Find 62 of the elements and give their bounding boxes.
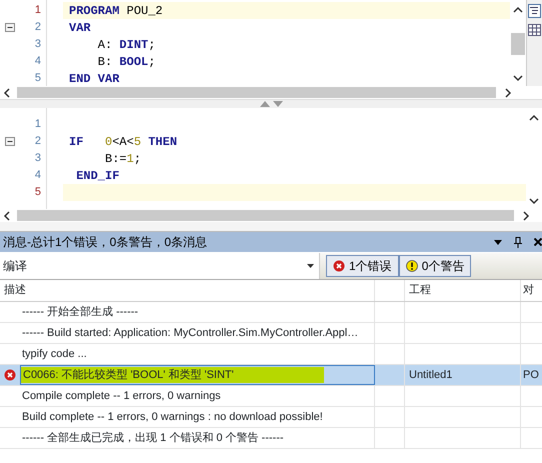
document-icon[interactable]	[528, 4, 541, 18]
scroll-up-icon[interactable]	[529, 114, 539, 122]
message-row[interactable]: Build complete -- 1 errors, 0 warnings : no download possible!	[0, 407, 542, 428]
line-number: 2	[34, 134, 42, 150]
close-icon[interactable]	[534, 238, 542, 246]
line-number: 5	[34, 185, 42, 200]
message-row[interactable]: ------ 全部生成已完成，出现 1 个错误和 0 个警告 ------	[0, 428, 542, 449]
line-number: 4	[34, 54, 42, 70]
column-header: 工程	[409, 283, 431, 298]
line-number: 3	[34, 37, 42, 52]
warning-icon	[406, 260, 418, 272]
column-header: 描述	[4, 283, 26, 298]
scroll-up-icon[interactable]	[513, 6, 523, 14]
code-line: A: DINT;	[96, 36, 156, 54]
message-row[interactable]: ------ 开始全部生成 ------	[0, 302, 542, 323]
code-line: PROGRAM POU_2	[69, 2, 163, 20]
filter-button[interactable]: 0个警告	[398, 255, 472, 277]
scroll-right-icon[interactable]	[504, 88, 512, 98]
fold-icon[interactable]	[5, 137, 15, 146]
code-line: B: BOOL;	[96, 54, 156, 70]
message-text: Build complete -- 1 errors, 0 warnings : no download possible!	[21, 410, 323, 425]
scroll-down-icon[interactable]	[513, 74, 523, 82]
line-number: 1	[34, 3, 42, 18]
horizontal-scrollbar[interactable]	[17, 210, 514, 221]
scroll-down-icon[interactable]	[529, 197, 539, 205]
filter-button[interactable]: 1个错误	[326, 255, 399, 277]
line-number: 1	[34, 117, 42, 132]
pin-icon[interactable]	[514, 236, 522, 248]
error-icon	[333, 260, 345, 272]
scrollbar-thumb[interactable]	[511, 33, 525, 55]
message-row[interactable]: C0066: 不能比较类型 'BOOL' 和类型 'SINT' Untitled1 PO	[0, 365, 542, 386]
scroll-right-icon[interactable]	[522, 210, 530, 220]
message-text: Compile complete -- 1 errors, 0 warnings	[21, 388, 221, 404]
line-number: 2	[34, 20, 42, 36]
project-name: Untitled1	[409, 368, 452, 383]
code-line: B:=1;	[104, 150, 142, 168]
table-icon[interactable]	[528, 24, 541, 36]
code-line: VAR	[69, 20, 91, 36]
message-text: ------ 全部生成已完成，出现 1 个错误和 0 个警告 ------	[21, 430, 284, 446]
caret-icon	[307, 264, 314, 268]
scroll-left-icon[interactable]	[3, 88, 11, 98]
object-name: PO	[523, 368, 539, 383]
line-number: 5	[34, 71, 42, 86]
message-text: typify code ...	[21, 346, 87, 362]
category-dropdown[interactable]: 编译	[0, 253, 320, 279]
message-text: ------ 开始全部生成 ------	[21, 304, 138, 320]
message-text: C0066: 不能比较类型 'BOOL' 和类型 'SINT'	[21, 366, 324, 384]
message-row[interactable]: Compile complete -- 1 errors, 0 warnings	[0, 386, 542, 407]
column-header: 对	[523, 283, 534, 298]
code-line: END_IF	[75, 168, 120, 184]
line-number: 3	[34, 151, 42, 166]
code-line: IF 0<A<5 THEN	[69, 134, 178, 150]
code-line: END VAR	[69, 70, 120, 86]
error-icon	[4, 369, 16, 381]
panel-title: 消息-总计1个错误，0条警告，0条消息	[3, 234, 208, 251]
line-number: 4	[34, 168, 42, 184]
scroll-left-icon[interactable]	[3, 210, 11, 220]
dropdown-icon[interactable]	[494, 240, 502, 244]
message-text: ------ Build started: Application: MyController.Sim.MyController.Appl…	[21, 326, 358, 341]
horizontal-scrollbar[interactable]	[17, 87, 496, 98]
fold-icon[interactable]	[5, 23, 15, 32]
message-row[interactable]: ------ Build started: Application: MyController.Sim.MyController.Appl…	[0, 323, 542, 344]
